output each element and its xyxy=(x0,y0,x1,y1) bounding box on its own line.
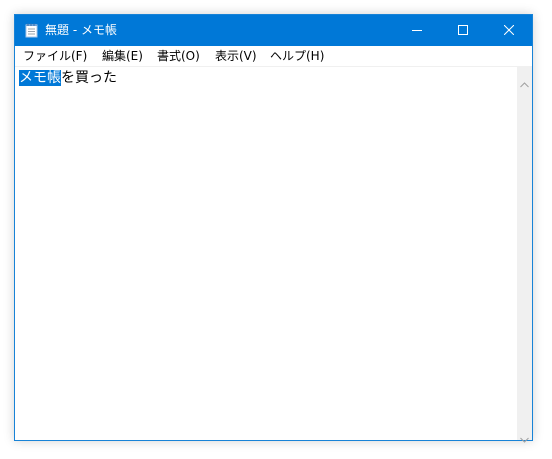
text-editor[interactable]: メモ帳を買った xyxy=(15,66,517,440)
title-bar[interactable]: 無題 - メモ帳 xyxy=(15,15,532,46)
selected-text[interactable]: メモ帳 xyxy=(19,70,61,86)
close-button[interactable] xyxy=(486,15,532,46)
menu-help[interactable]: ヘルプ(H) xyxy=(270,48,324,64)
window-title: 無題 - メモ帳 xyxy=(45,23,117,37)
minimize-icon xyxy=(412,30,422,31)
maximize-button[interactable] xyxy=(440,15,486,46)
notepad-window: 無題 - メモ帳 ファイル(F) 編集(E) 書式(O) 表示(V) ヘルプ(H… xyxy=(14,14,533,443)
unselected-text[interactable]: を買った xyxy=(61,70,117,86)
maximize-icon xyxy=(458,25,468,35)
vertical-scrollbar[interactable] xyxy=(517,66,532,443)
chevron-up-icon[interactable] xyxy=(520,73,529,88)
close-icon xyxy=(504,25,514,35)
chevron-down-icon[interactable] xyxy=(520,428,529,443)
menu-bar: ファイル(F) 編集(E) 書式(O) 表示(V) ヘルプ(H) xyxy=(15,46,532,66)
menu-format[interactable]: 書式(O) xyxy=(157,48,200,64)
menu-view[interactable]: 表示(V) xyxy=(215,48,257,64)
text-line: メモ帳を買った xyxy=(19,69,117,87)
menu-edit[interactable]: 編集(E) xyxy=(102,48,143,64)
menu-file[interactable]: ファイル(F) xyxy=(23,48,87,64)
notepad-icon xyxy=(25,23,39,38)
minimize-button[interactable] xyxy=(394,15,440,46)
